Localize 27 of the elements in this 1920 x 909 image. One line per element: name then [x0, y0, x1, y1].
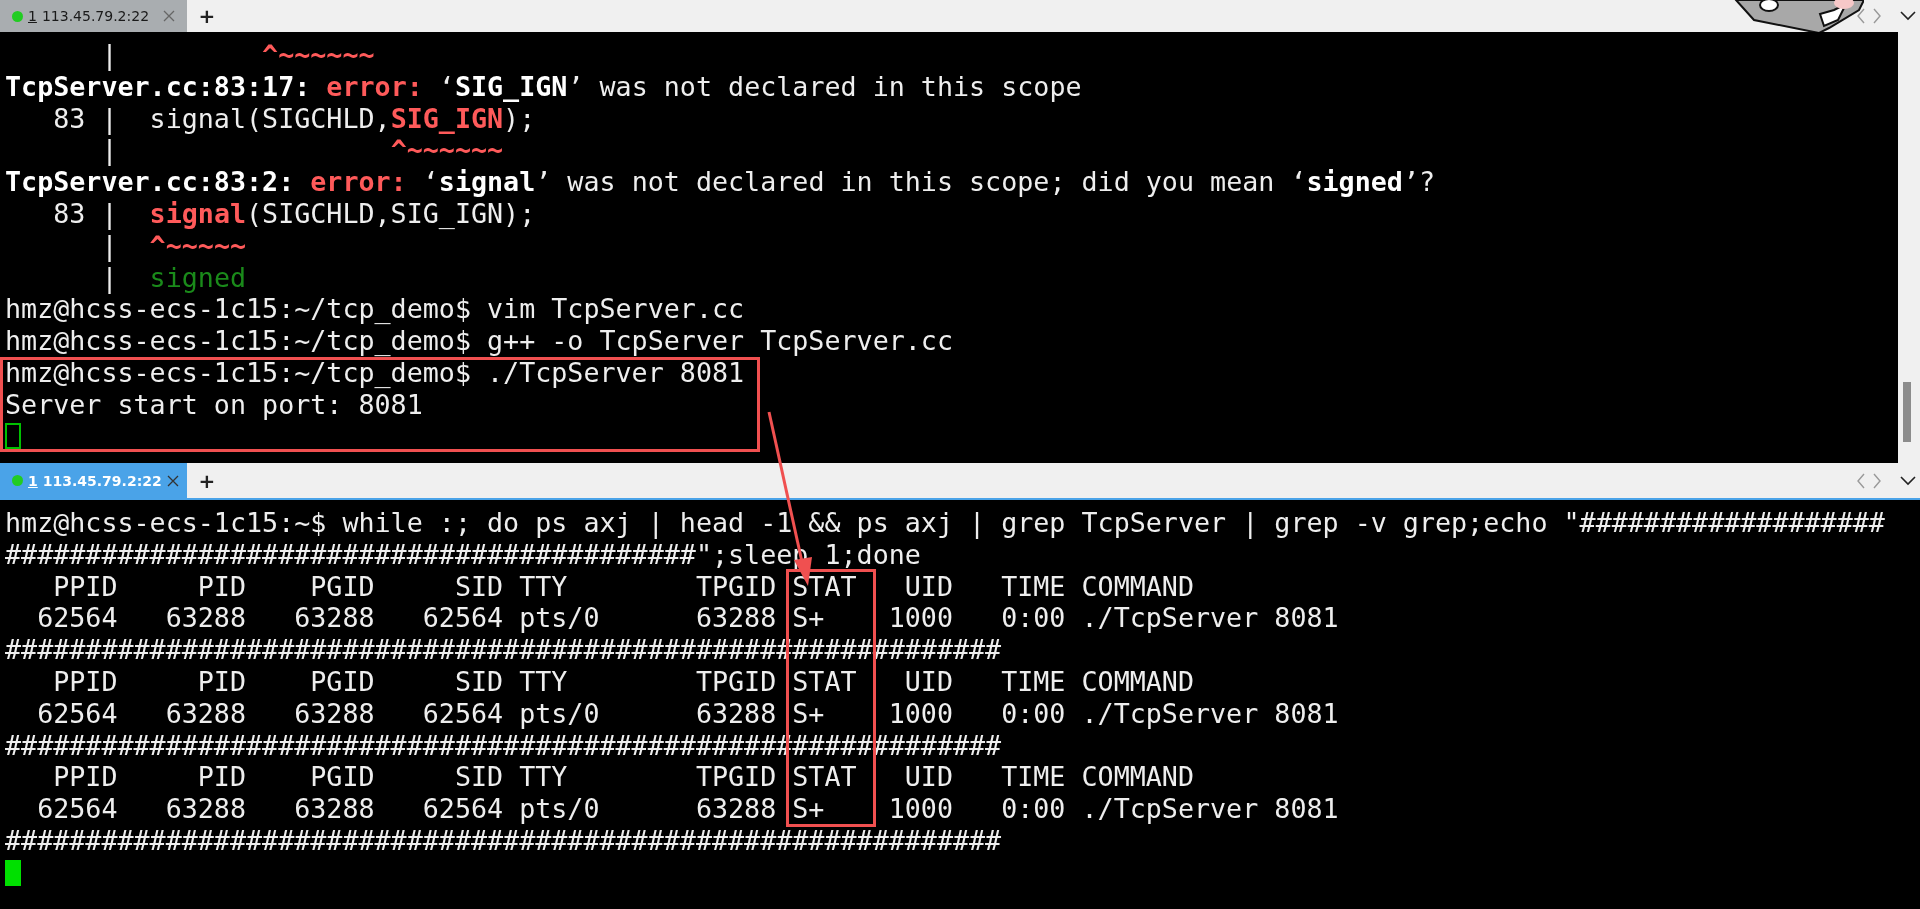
tab-number: 1 [28, 472, 38, 489]
terminal-line: hmz@hcss-ecs-1c15:~/tcp_demo$ g++ -o TcpServer TcpServer.cc [5, 325, 953, 357]
terminal-line: hmz@hcss-ecs-1c15:~$ while :; do ps axj | head -1 && ps axj | grep TcpServer | grep -v grep;echo "################### [5, 507, 1885, 539]
tab-title: 113.45.79.2:22 [42, 472, 162, 489]
terminal-line: | ^~~~~~~ [100, 39, 375, 71]
terminal-line: PPID PID PGID SID TTY TPGID STAT UID TIME COMMAND [52, 761, 1194, 794]
tab-number: 1 [28, 8, 37, 24]
terminal-line: TcpServer.cc:83:17: error: ‘SIG_IGN’ was not declared in this scope [5, 70, 1082, 103]
terminal-line: hmz@hcss-ecs-1c15:~/tcp_demo$ ./TcpServer 8081 [5, 356, 745, 389]
terminal-line: Server start on port: 8081 [5, 388, 423, 421]
tab-title: 113.45.79.2:22 [41, 8, 150, 24]
terminal-line: PPID PID PGID SID TTY TPGID STAT UID TIME COMMAND [52, 666, 1194, 698]
terminal-line: PPID PID PGID SID TTY TPGID STAT UID TIME COMMAND [52, 570, 1194, 603]
session-tab[interactable]: 1 113.45.79.2:22 [0, 0, 187, 32]
terminal-line: ############################################################## [5, 824, 1002, 857]
terminal-line: | ^~~~~~~ [100, 134, 504, 167]
terminal-line: TcpServer.cc:83:2: error: ‘signal’ was not declared in this scope; did you mean ‘signed’? [5, 166, 1435, 198]
terminal-line: 62564 63288 63288 62564 pts/0 63288 S+ 1000 0:00 ./TcpServer 8081 [36, 602, 1339, 635]
terminal-line: | signed [100, 261, 246, 294]
terminal-line: 62564 63288 63288 62564 pts/0 63288 S+ 1000 0:00 ./TcpServer 8081 [36, 793, 1339, 825]
terminal-line: 62564 63288 63288 62564 pts/0 63288 S+ 1000 0:00 ./TcpServer 8081 [36, 697, 1339, 730]
terminal-line: 83 | signal(SIGCHLD,SIG_IGN); [52, 102, 536, 135]
terminal-line: 83 | signal(SIGCHLD,SIG_IGN); [52, 198, 536, 230]
new-tab-button[interactable]: + [187, 463, 227, 498]
new-tab-button[interactable]: + [187, 0, 227, 32]
terminal-line: | ^~~~~~ [100, 229, 246, 262]
terminal-line: hmz@hcss-ecs-1c15:~/tcp_demo$ vim TcpServer.cc [5, 293, 745, 326]
